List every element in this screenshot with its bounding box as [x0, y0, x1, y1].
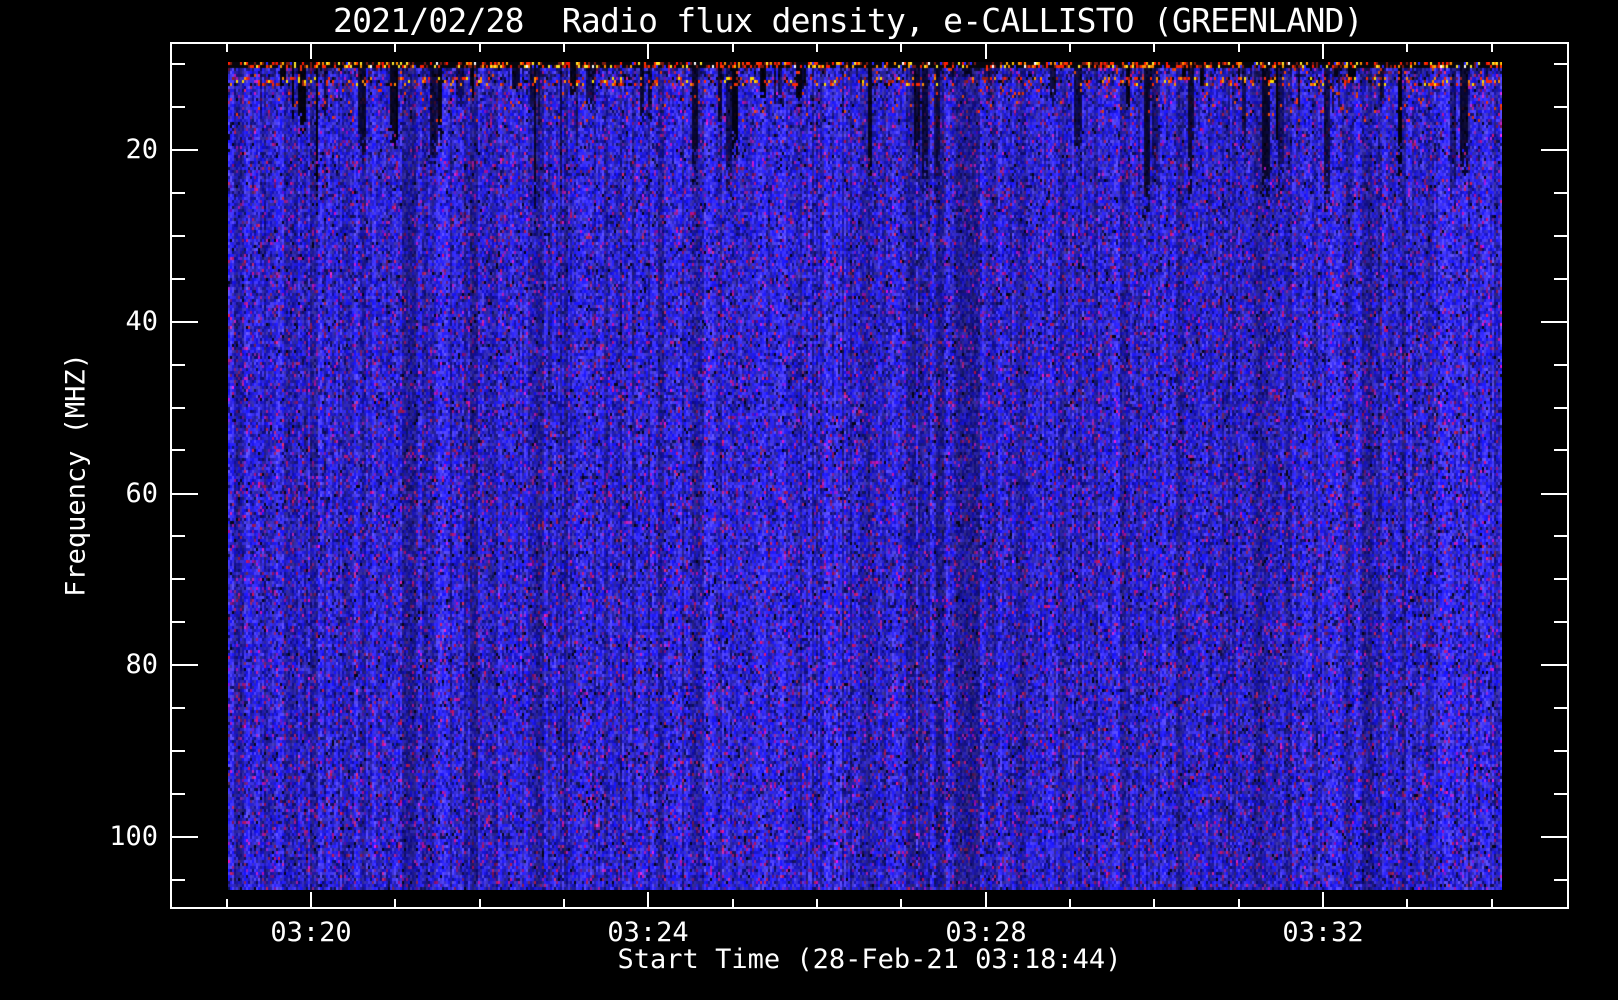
tick-mark — [172, 149, 198, 151]
tick-mark — [1322, 44, 1324, 59]
tick-mark — [479, 44, 481, 52]
y-tick-label: 60 — [125, 478, 158, 509]
tick-mark — [172, 192, 185, 194]
tick-mark — [1406, 44, 1408, 52]
tick-mark — [172, 364, 185, 366]
tick-mark — [1541, 493, 1567, 495]
tick-mark — [172, 836, 198, 838]
tick-mark — [1541, 836, 1567, 838]
tick-mark — [172, 493, 198, 495]
tick-mark — [394, 899, 396, 907]
tick-mark — [1554, 407, 1567, 409]
tick-mark — [985, 892, 987, 907]
tick-mark — [1541, 149, 1567, 151]
tick-mark — [1069, 899, 1071, 907]
tick-mark — [172, 578, 185, 580]
tick-mark — [1554, 364, 1567, 366]
tick-mark — [647, 44, 649, 59]
tick-mark — [816, 899, 818, 907]
tick-mark — [1238, 44, 1240, 52]
tick-mark — [1554, 278, 1567, 280]
tick-mark — [1554, 235, 1567, 237]
tick-mark — [172, 750, 185, 752]
tick-mark — [310, 892, 312, 907]
tick-mark — [172, 106, 185, 108]
tick-mark — [172, 63, 185, 65]
x-tick-label: 03:20 — [270, 917, 352, 948]
tick-mark — [1554, 63, 1567, 65]
tick-mark — [1554, 707, 1567, 709]
tick-mark — [172, 879, 185, 881]
tick-mark — [172, 535, 185, 537]
x-tick-label: 03:28 — [945, 917, 1027, 948]
tick-mark — [1541, 664, 1567, 666]
tick-mark — [900, 899, 902, 907]
y-tick-label: 100 — [109, 821, 158, 852]
tick-mark — [172, 664, 198, 666]
tick-mark — [172, 407, 185, 409]
tick-mark — [732, 899, 734, 907]
tick-mark — [732, 44, 734, 52]
y-tick-label: 40 — [125, 306, 158, 337]
tick-mark — [1322, 892, 1324, 907]
tick-mark — [172, 235, 185, 237]
plot-frame — [170, 42, 1569, 909]
tick-mark — [479, 899, 481, 907]
tick-mark — [1554, 750, 1567, 752]
tick-mark — [1554, 793, 1567, 795]
tick-mark — [1491, 44, 1493, 52]
tick-mark — [394, 44, 396, 52]
tick-mark — [172, 449, 185, 451]
tick-mark — [172, 321, 198, 323]
tick-mark — [1554, 621, 1567, 623]
tick-mark — [172, 793, 185, 795]
tick-mark — [1153, 44, 1155, 52]
tick-mark — [1554, 192, 1567, 194]
tick-mark — [226, 44, 228, 52]
tick-mark — [1554, 578, 1567, 580]
tick-mark — [563, 44, 565, 52]
tick-mark — [563, 899, 565, 907]
tick-mark — [1554, 535, 1567, 537]
x-tick-label: 03:32 — [1282, 917, 1364, 948]
x-axis-label: Start Time (28-Feb-21 03:18:44) — [617, 944, 1122, 975]
y-axis-label: Frequency (MHZ) — [60, 353, 92, 597]
x-tick-label: 03:24 — [607, 917, 689, 948]
tick-mark — [647, 892, 649, 907]
tick-mark — [900, 44, 902, 52]
tick-mark — [310, 44, 312, 59]
tick-mark — [1406, 899, 1408, 907]
tick-mark — [1554, 879, 1567, 881]
tick-mark — [1153, 899, 1155, 907]
tick-mark — [1069, 44, 1071, 52]
y-tick-label: 80 — [125, 649, 158, 680]
tick-mark — [1238, 899, 1240, 907]
y-tick-label: 20 — [125, 134, 158, 165]
tick-mark — [1541, 321, 1567, 323]
tick-mark — [226, 899, 228, 907]
tick-mark — [985, 44, 987, 59]
tick-mark — [172, 707, 185, 709]
tick-mark — [1491, 899, 1493, 907]
tick-mark — [1554, 106, 1567, 108]
spectrogram-panel: 2021/02/28 Radio flux density, e-CALLIST… — [0, 0, 1618, 1000]
tick-mark — [172, 621, 185, 623]
tick-mark — [816, 44, 818, 52]
tick-mark — [1554, 449, 1567, 451]
plot-title: 2021/02/28 Radio flux density, e-CALLIST… — [333, 1, 1363, 40]
tick-mark — [172, 278, 185, 280]
